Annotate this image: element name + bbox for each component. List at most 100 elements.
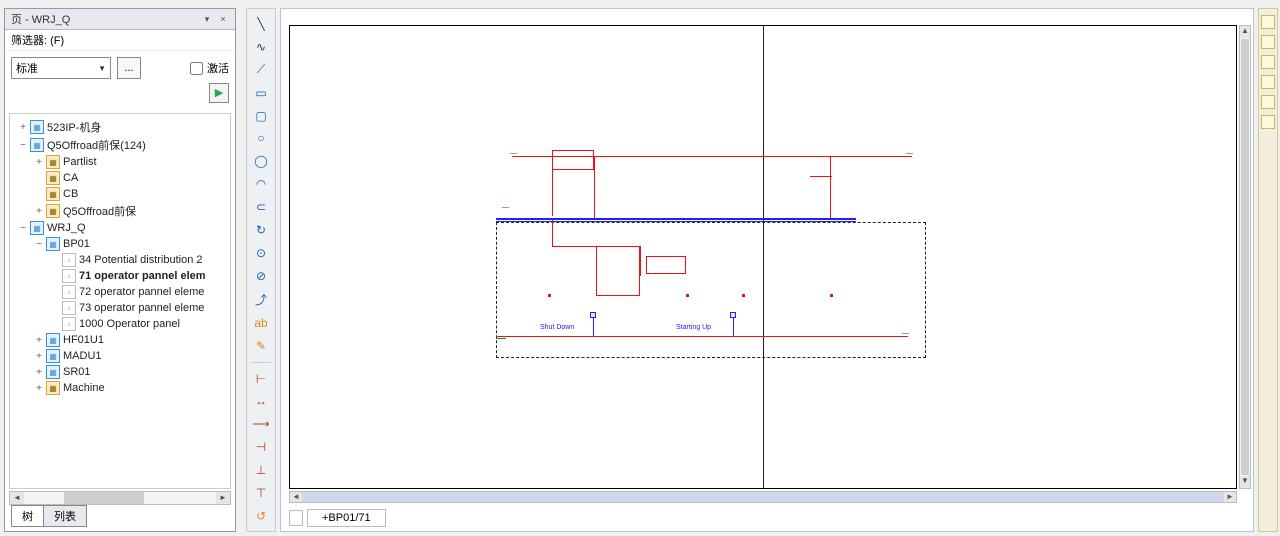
tool-glyph-icon: ⊥ [256, 463, 266, 477]
tree-node[interactable]: +▦Machine [10, 380, 230, 396]
tool-button[interactable]: ╲ [250, 15, 272, 33]
tree-hscrollbar[interactable]: ◄ ► [9, 491, 231, 505]
page-icon: ▫ [62, 269, 76, 283]
expand-icon[interactable]: + [32, 206, 46, 217]
scroll-left-icon[interactable]: ◄ [10, 492, 24, 504]
right-rail-button[interactable] [1261, 95, 1275, 109]
tool-button[interactable]: ✎ [250, 337, 272, 355]
tree-node[interactable]: ▫34 Potential distribution 2 [10, 252, 230, 268]
expand-icon[interactable]: + [32, 367, 46, 378]
scroll-up-icon[interactable]: ▲ [1240, 26, 1250, 38]
expand-icon[interactable]: + [32, 383, 46, 394]
tool-button[interactable]: ⊙ [250, 244, 272, 262]
tree-node[interactable]: ▦CB [10, 186, 230, 202]
tree-node[interactable]: +▦Q5Offroad前保 [10, 202, 230, 220]
tree-node[interactable]: −▦WRJ_Q [10, 220, 230, 236]
tool-button[interactable]: ◠ [250, 175, 272, 193]
tool-button[interactable]: ▭ [250, 84, 272, 102]
tree-node[interactable]: ▫73 operator pannel eleme [10, 300, 230, 316]
collapse-icon[interactable]: − [16, 223, 30, 234]
canvas-page-tab[interactable]: +BP01/71 [289, 509, 386, 527]
scroll-down-icon[interactable]: ▼ [1240, 476, 1250, 488]
tool-button[interactable]: ◯ [250, 152, 272, 170]
annotation-startup: Starting Up [676, 324, 711, 331]
tool-button[interactable]: ○ [250, 130, 272, 148]
tab-list[interactable]: 列表 [43, 505, 87, 527]
tree-node[interactable]: −▦Q5Offroad前保(124) [10, 136, 230, 154]
tool-button[interactable]: ▢ [250, 107, 272, 125]
scroll-left-icon[interactable]: ◄ [290, 492, 302, 502]
right-rail-button[interactable] [1261, 55, 1275, 69]
tool-button[interactable]: ⤴ [250, 290, 272, 309]
scroll-thumb[interactable] [64, 492, 144, 504]
tool-button[interactable]: ⊣ [250, 438, 272, 456]
expand-icon[interactable]: + [32, 351, 46, 362]
panel-titlebar[interactable]: 页 - WRJ_Q ▾ × [5, 9, 235, 30]
component-box [646, 256, 686, 274]
expand-icon[interactable]: + [16, 122, 30, 133]
tree-node[interactable]: +▦SR01 [10, 364, 230, 380]
pin-icon[interactable]: ▾ [201, 13, 213, 25]
right-rail-button[interactable] [1261, 15, 1275, 29]
panel-bottom-tabs: 树 列表 [11, 505, 86, 527]
collapse-icon[interactable]: − [16, 140, 30, 151]
tree-node[interactable]: +▦HF01U1 [10, 332, 230, 348]
tree-node[interactable]: +▦Partlist [10, 154, 230, 170]
tab-tree[interactable]: 树 [11, 505, 44, 527]
wire-red [810, 176, 832, 177]
canvas-hscrollbar[interactable]: ◄ ► [289, 491, 1237, 503]
tool-button[interactable]: ↻ [250, 221, 272, 239]
tool-button[interactable]: ⊥ [250, 461, 272, 479]
scroll-thumb[interactable] [302, 492, 1224, 502]
tool-button[interactable]: ⊂ [250, 198, 272, 216]
right-rail-button[interactable] [1261, 75, 1275, 89]
tree-node[interactable]: +▦523IP-机身 [10, 118, 230, 136]
tree-node[interactable]: −▦BP01 [10, 236, 230, 252]
tool-button[interactable]: ab [250, 314, 272, 332]
wire-red [552, 156, 553, 216]
scroll-right-icon[interactable]: ► [1224, 492, 1236, 502]
expand-icon[interactable]: + [32, 157, 46, 168]
filter-select[interactable]: 标准 ▼ [11, 57, 111, 79]
tool-button[interactable]: ⟶ [250, 415, 272, 433]
tree-node[interactable]: +▦MADU1 [10, 348, 230, 364]
schematic-canvas[interactable]: — — — — Shut Down Starting Up [289, 25, 1237, 489]
tool-button[interactable]: ↔ [250, 392, 272, 410]
page-tree[interactable]: +▦523IP-机身−▦Q5Offroad前保(124)+▦Partlist▦C… [9, 113, 231, 489]
tree-node[interactable]: ▫71 operator pannel elem [10, 268, 230, 284]
tool-button[interactable]: ↺ [250, 507, 272, 525]
right-rail-button[interactable] [1261, 115, 1275, 129]
tool-button[interactable]: ⊘ [250, 267, 272, 285]
tool-glyph-icon: ⊢ [256, 372, 266, 386]
canvas-vscrollbar[interactable]: ▲ ▼ [1239, 25, 1251, 489]
tool-button[interactable]: ⟋ [250, 61, 272, 79]
expand-icon[interactable]: + [32, 335, 46, 346]
tool-button[interactable]: ∿ [250, 38, 272, 56]
right-rail-button[interactable] [1261, 35, 1275, 49]
tree-node[interactable]: ▫72 operator pannel eleme [10, 284, 230, 300]
wire-blue [593, 318, 594, 336]
tool-button[interactable]: ⊢ [250, 370, 272, 388]
tool-glyph-icon: ○ [257, 131, 264, 145]
close-icon[interactable]: × [217, 13, 229, 25]
tree-node-label: 1000 Operator panel [79, 318, 180, 330]
collapse-icon[interactable]: − [32, 239, 46, 250]
net-label: — [510, 150, 517, 157]
scroll-thumb[interactable] [1241, 39, 1249, 475]
run-filter-button[interactable]: ▶ [209, 83, 229, 103]
activate-checkbox[interactable]: 激活 [190, 60, 229, 76]
tree-node[interactable]: ▦CA [10, 170, 230, 186]
activate-checkbox-input[interactable] [190, 62, 203, 75]
tool-glyph-icon: ⤴ [255, 291, 267, 308]
page-icon: ▫ [62, 253, 76, 267]
folder-icon: ▦ [46, 187, 60, 201]
tree-node-label: 523IP-机身 [47, 119, 101, 135]
tool-button[interactable]: ⊤ [250, 484, 272, 502]
tree-node-label: SR01 [63, 366, 91, 378]
tool-glyph-icon: ⊙ [256, 246, 266, 260]
filter-browse-button[interactable]: ... [117, 57, 141, 79]
tool-glyph-icon: ab [254, 316, 267, 330]
scroll-right-icon[interactable]: ► [216, 492, 230, 504]
tree-node-label: Q5Offroad前保 [63, 203, 136, 219]
tree-node[interactable]: ▫1000 Operator panel [10, 316, 230, 332]
